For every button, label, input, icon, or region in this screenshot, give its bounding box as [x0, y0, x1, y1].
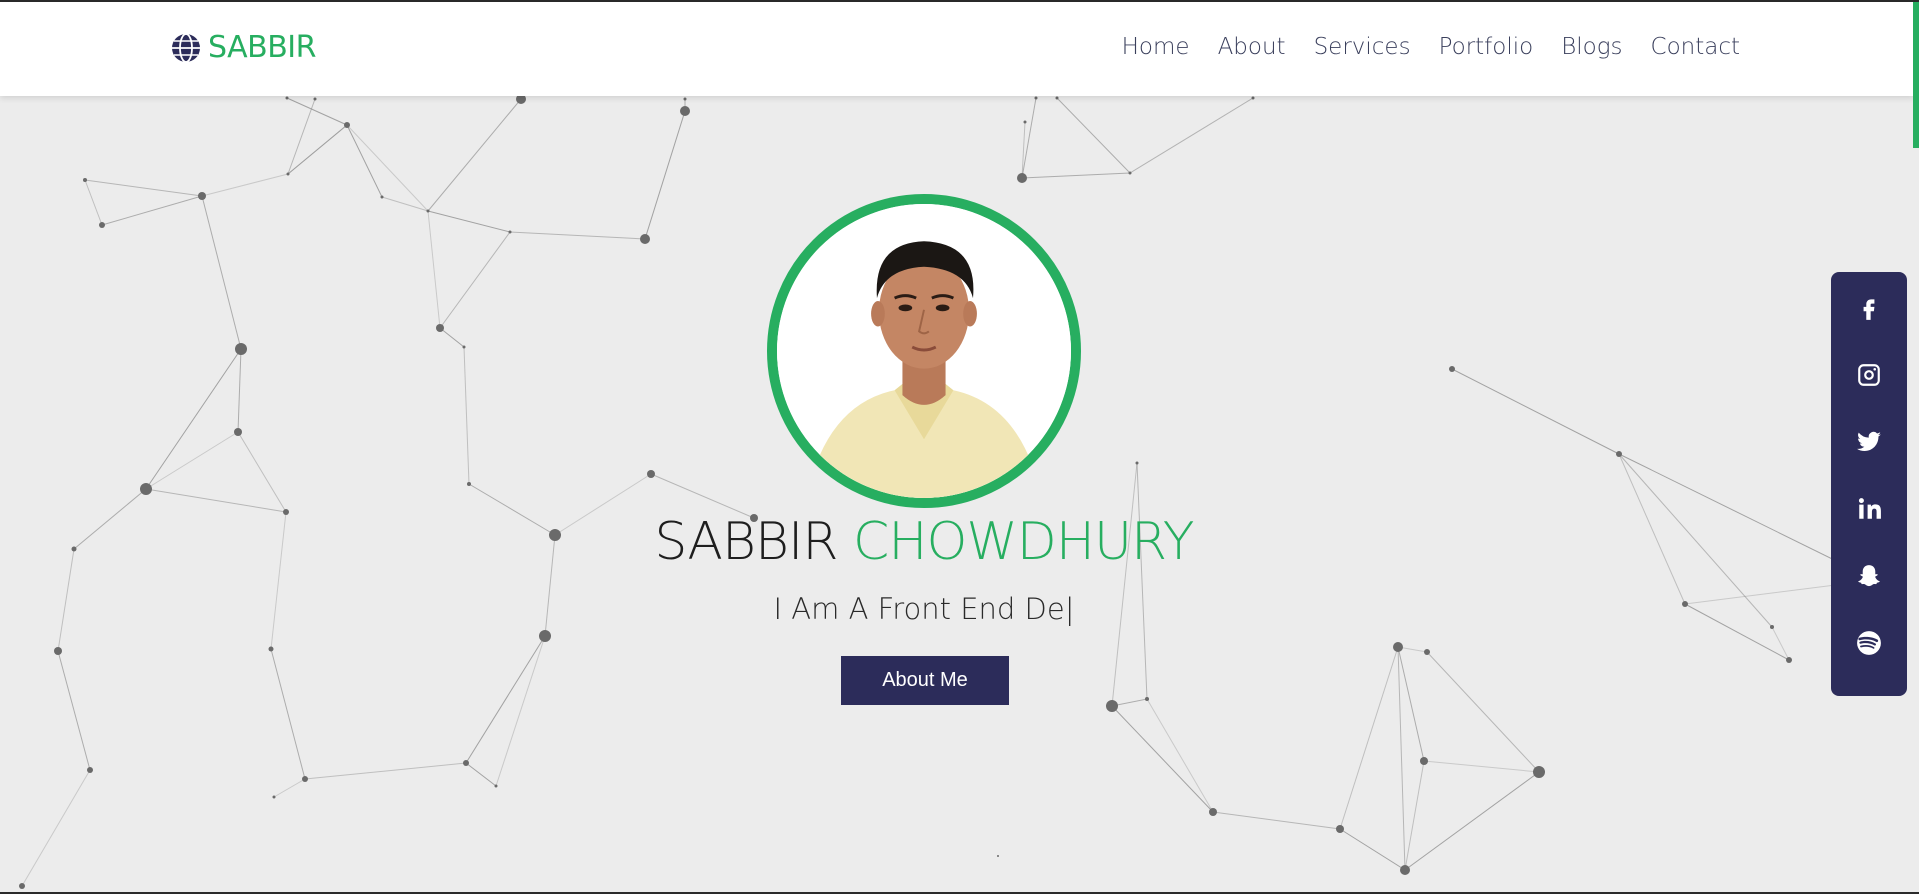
nav-link-home[interactable]: Home — [1122, 34, 1190, 60]
profile-avatar — [767, 194, 1081, 508]
snapchat-icon[interactable] — [1854, 562, 1884, 591]
brand-name: SABBIR — [208, 30, 316, 65]
hero-name: SABBIR CHOWDHURY — [0, 512, 1848, 572]
nav-link-contact[interactable]: Contact — [1651, 34, 1740, 60]
hero-typed-text: I Am A Front End De| — [773, 592, 1075, 626]
brand-logo[interactable]: SABBIR — [170, 30, 316, 65]
scroll-progress-bar — [1913, 2, 1919, 148]
nav-link-blogs[interactable]: Blogs — [1561, 34, 1622, 60]
nav-menu: Home About Services Portfolio Blogs Cont… — [1094, 34, 1740, 60]
profile-photo — [777, 204, 1071, 498]
about-me-button[interactable]: About Me — [841, 656, 1009, 705]
social-sidebar — [1831, 272, 1907, 696]
globe-icon — [172, 32, 200, 63]
twitter-icon[interactable] — [1854, 428, 1884, 457]
facebook-icon[interactable] — [1854, 294, 1884, 323]
nav-link-about[interactable]: About — [1218, 34, 1286, 60]
instagram-icon[interactable] — [1854, 361, 1884, 390]
nav-link-portfolio[interactable]: Portfolio — [1439, 34, 1534, 60]
hero-last-name: CHOWDHURY — [853, 512, 1195, 572]
spotify-icon[interactable] — [1854, 629, 1884, 658]
nav-link-services[interactable]: Services — [1314, 34, 1411, 60]
navbar: SABBIR Home About Services Portfolio Blo… — [0, 2, 1914, 96]
hero-first-name: SABBIR — [654, 512, 838, 572]
linkedin-icon[interactable] — [1854, 495, 1884, 524]
